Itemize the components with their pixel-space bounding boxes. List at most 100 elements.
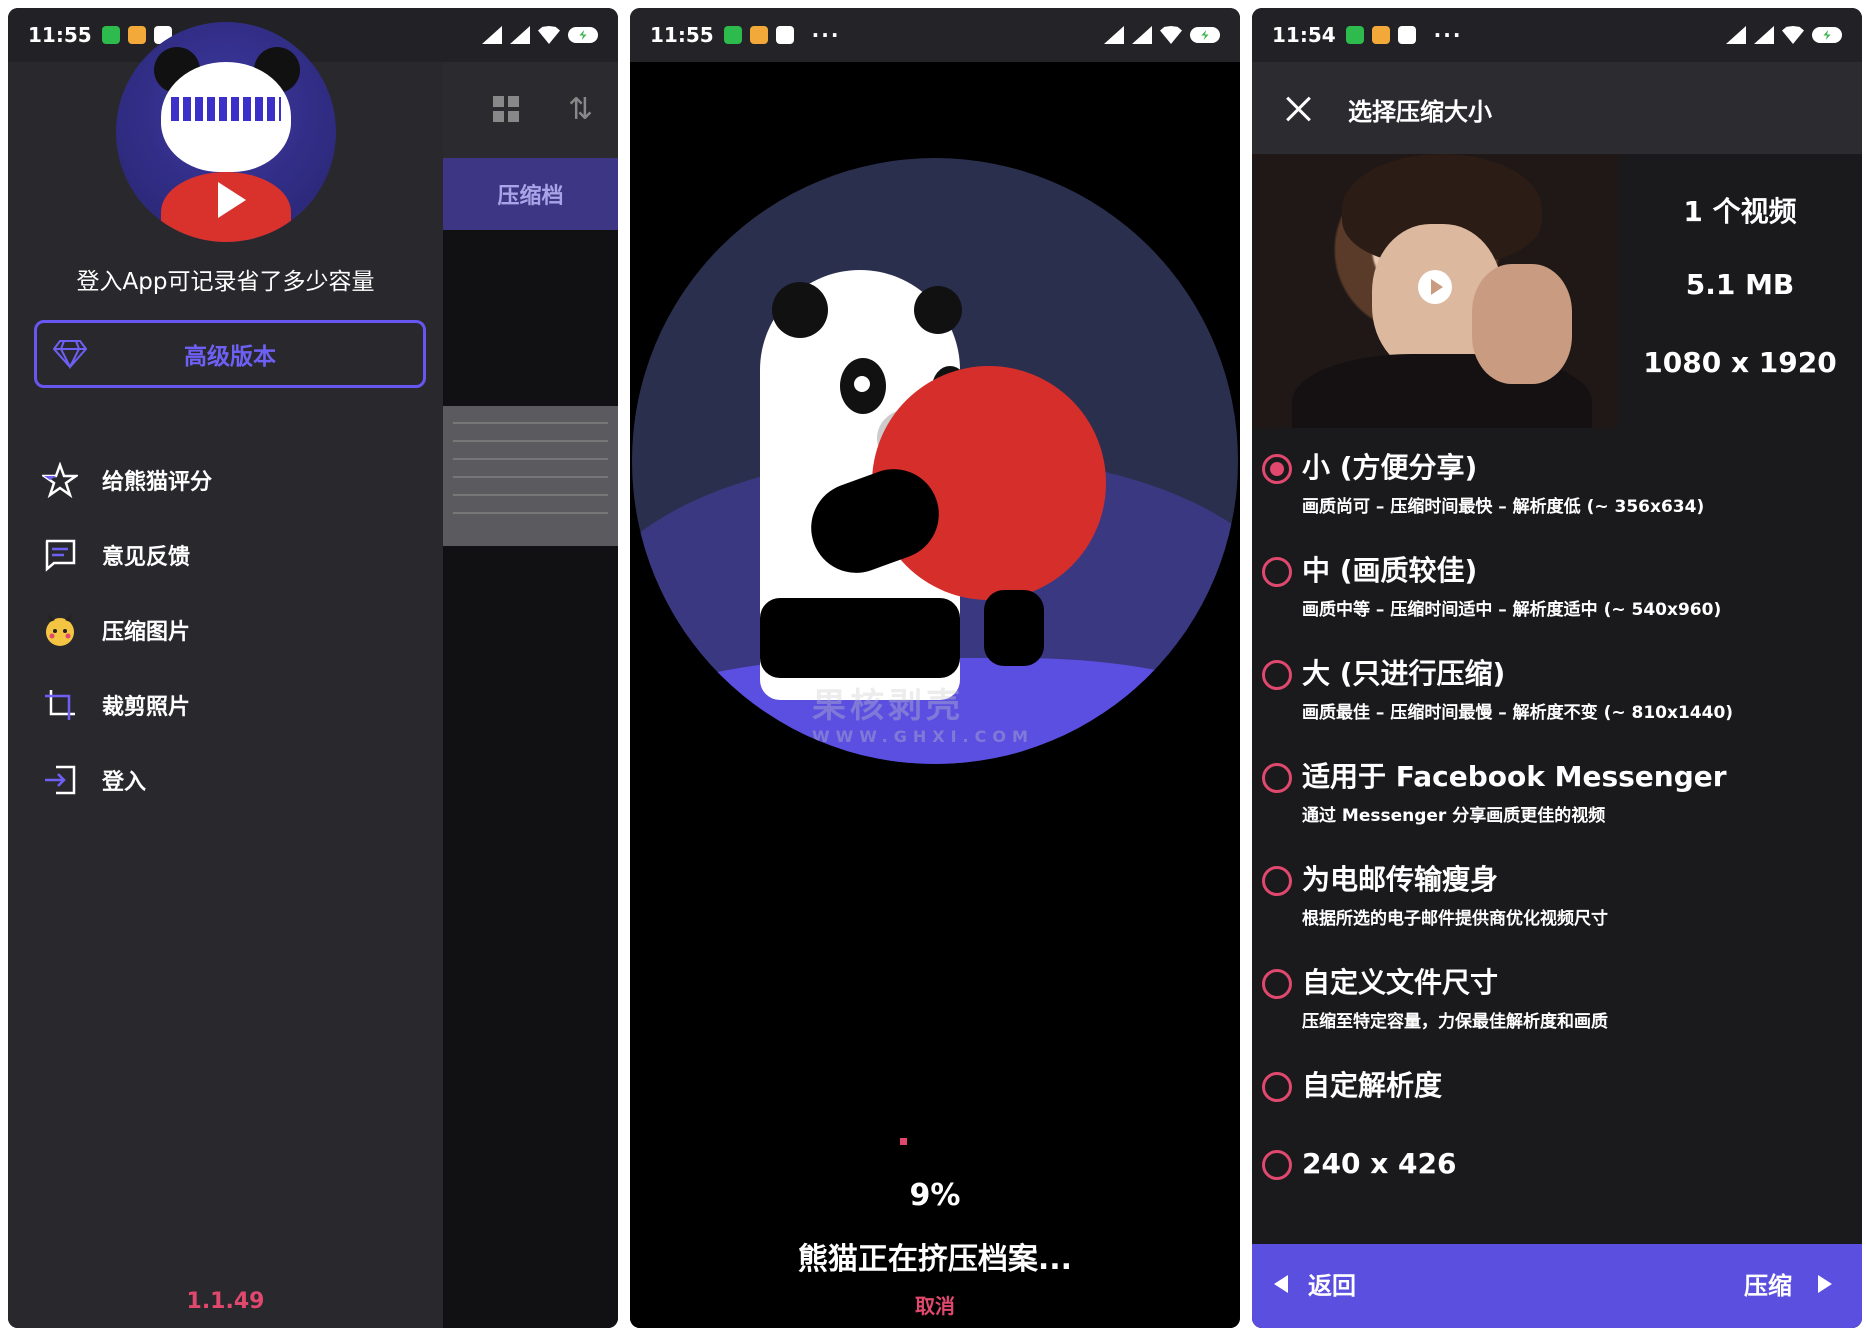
option-large[interactable]: 大 (只进行压缩) 画质最佳 – 压缩时间最慢 – 解析度不变 (~ 810x1… [1252,654,1862,757]
close-icon[interactable] [1286,96,1312,122]
status-bar: 11:54 ··· [1252,8,1862,62]
option-240x426[interactable]: 240 x 426 [1252,1144,1862,1222]
video-resolution: 1080 x 1920 [1643,346,1837,379]
play-icon [218,182,246,218]
play-icon[interactable] [1418,270,1452,304]
login-hint: 登入App可记录省了多少容量 [76,269,375,295]
panda-illustration: 果核剥壳 WWW.GHXI.COM [632,158,1238,764]
radio-button[interactable] [1262,1150,1292,1180]
battery-charging-icon [568,27,598,43]
video-count: 1 个视频 [1683,195,1797,228]
menu-item-label: 给熊猫评分 [102,469,213,495]
back-button[interactable]: 返回 [1274,1266,1356,1301]
option-messenger[interactable]: 适用于 Facebook Messenger 通过 Messenger 分享画质… [1252,757,1862,860]
menu-item-login[interactable]: 登入 [8,742,443,817]
option-title: 自定义文件尺寸 [1302,966,1499,999]
notes-icon [749,26,768,44]
option-title: 小 (方便分享) [1302,451,1478,484]
sort-icon[interactable]: ⇅ [568,92,593,127]
more-notifications-icon: ··· [1433,23,1463,47]
status-time: 11:55 [28,23,92,47]
status-bar: 11:55 ··· [630,8,1240,62]
notes-icon [1371,26,1390,44]
grid-view-icon[interactable] [493,96,521,124]
menu-item-label: 裁剪照片 [102,694,191,720]
option-custom-resolution[interactable]: 自定解析度 [1252,1066,1862,1144]
option-subtitle: 画质中等 – 压缩时间适中 – 解析度适中 (~ 540x960) [1302,600,1722,620]
signal-icon [482,26,502,44]
menu-item-feedback[interactable]: 意见反馈 [8,517,443,592]
signal-icon [1726,26,1746,44]
menu-item-compress-images[interactable]: 压缩图片 [8,592,443,667]
option-subtitle: 压缩至特定容量，力保最佳解析度和画质 [1302,1012,1608,1032]
option-title: 240 x 426 [1302,1147,1457,1180]
radio-button[interactable] [1262,1072,1292,1102]
premium-button[interactable]: 高级版本 [34,320,426,388]
option-title: 大 (只进行压缩) [1302,657,1506,690]
navigation-drawer: 登入App可记录省了多少容量 高级版本 给熊猫评分 意见反馈 压缩图片 裁剪照片… [8,22,443,1328]
wifi-icon [538,26,560,44]
battery-charging-icon [1190,27,1220,43]
pixel-sunglasses-icon [171,97,281,121]
phone-screen-compress-options: 11:54 ··· 选择压缩大小 1 个视频 5.1 MB 1080 x 192… [1252,8,1862,1328]
back-label: 返回 [1308,1272,1356,1300]
phone-screen-drawer: ⇅ 压缩档 11:55 ··· 登入App可记录省了多少容量 高级 [8,8,618,1328]
option-email[interactable]: 为电邮传输瘦身 根据所选的电子邮件提供商优化视频尺寸 [1252,860,1862,963]
radio-button[interactable] [1262,660,1292,690]
watermark: 果核剥壳 WWW.GHXI.COM [812,686,1034,746]
option-subtitle: 画质最佳 – 压缩时间最慢 – 解析度不变 (~ 810x1440) [1302,703,1734,723]
wechat-icon [101,26,120,44]
signal-icon [1132,26,1152,44]
tab-compressed-files[interactable]: 压缩档 [443,158,618,230]
background-file-list [443,406,618,546]
option-title: 自定解析度 [1302,1069,1443,1102]
login-icon [45,765,76,795]
signal-icon [1104,26,1124,44]
radio-selected[interactable] [1262,454,1292,484]
compress-button[interactable]: 压缩 [1744,1266,1832,1301]
feedback-icon [45,539,76,572]
progress-indicator [900,1138,907,1145]
radio-button[interactable] [1262,866,1292,896]
video-thumbnail[interactable] [1252,154,1618,428]
compress-label: 压缩 [1744,1272,1792,1300]
status-time: 11:54 [1272,23,1336,47]
bottom-action-bar: 返回 压缩 [1252,1244,1862,1328]
menu-item-crop-photos[interactable]: 裁剪照片 [8,667,443,742]
option-subtitle: 根据所选的电子邮件提供商优化视频尺寸 [1302,909,1608,929]
option-small[interactable]: 小 (方便分享) 画质尚可 – 压缩时间最快 – 解析度低 (~ 356x634… [1252,448,1862,551]
signal-icon [510,26,530,44]
status-bar: 11:55 ··· [8,8,618,62]
option-title: 适用于 Facebook Messenger [1302,760,1727,793]
file-size: 5.1 MB [1685,268,1795,301]
signal-icon [1754,26,1774,44]
wechat-icon [1345,26,1364,44]
menu-item-label: 登入 [102,769,147,795]
menu-item-label: 压缩图片 [102,619,191,645]
radio-button[interactable] [1262,763,1292,793]
more-notifications-icon: ··· [811,23,841,47]
premium-label: 高级版本 [184,344,276,370]
option-title: 为电邮传输瘦身 [1302,863,1499,896]
option-medium[interactable]: 中 (画质较佳) 画质中等 – 压缩时间适中 – 解析度适中 (~ 540x96… [1252,551,1862,654]
crop-icon [45,690,75,720]
notes-icon [127,26,146,44]
radio-button[interactable] [1262,969,1292,999]
qq-icon [1397,26,1416,44]
forward-arrow-icon [1818,1274,1832,1293]
menu-item-rate[interactable]: 给熊猫评分 [8,442,443,517]
option-custom-size[interactable]: 自定义文件尺寸 压缩至特定容量，力保最佳解析度和画质 [1252,963,1862,1066]
battery-charging-icon [1812,27,1842,43]
cancel-button[interactable]: 取消 [630,1290,1240,1319]
radio-button[interactable] [1262,557,1292,587]
option-title: 中 (画质较佳) [1302,554,1478,587]
phone-screen-progress: 11:55 ··· 果核剥壳 WWW.GHXI.COM 9% 熊猫正在挤压档案.… [630,8,1240,1328]
app-version: 1.1.49 [186,1289,265,1314]
qq-icon [775,26,794,44]
option-subtitle: 画质尚可 – 压缩时间最快 – 解析度低 (~ 356x634) [1302,497,1705,517]
star-icon [42,462,78,498]
app-header: 选择压缩大小 [1252,62,1862,154]
back-arrow-icon [1274,1274,1288,1293]
wechat-icon [723,26,742,44]
panda-avatar[interactable] [116,22,336,242]
